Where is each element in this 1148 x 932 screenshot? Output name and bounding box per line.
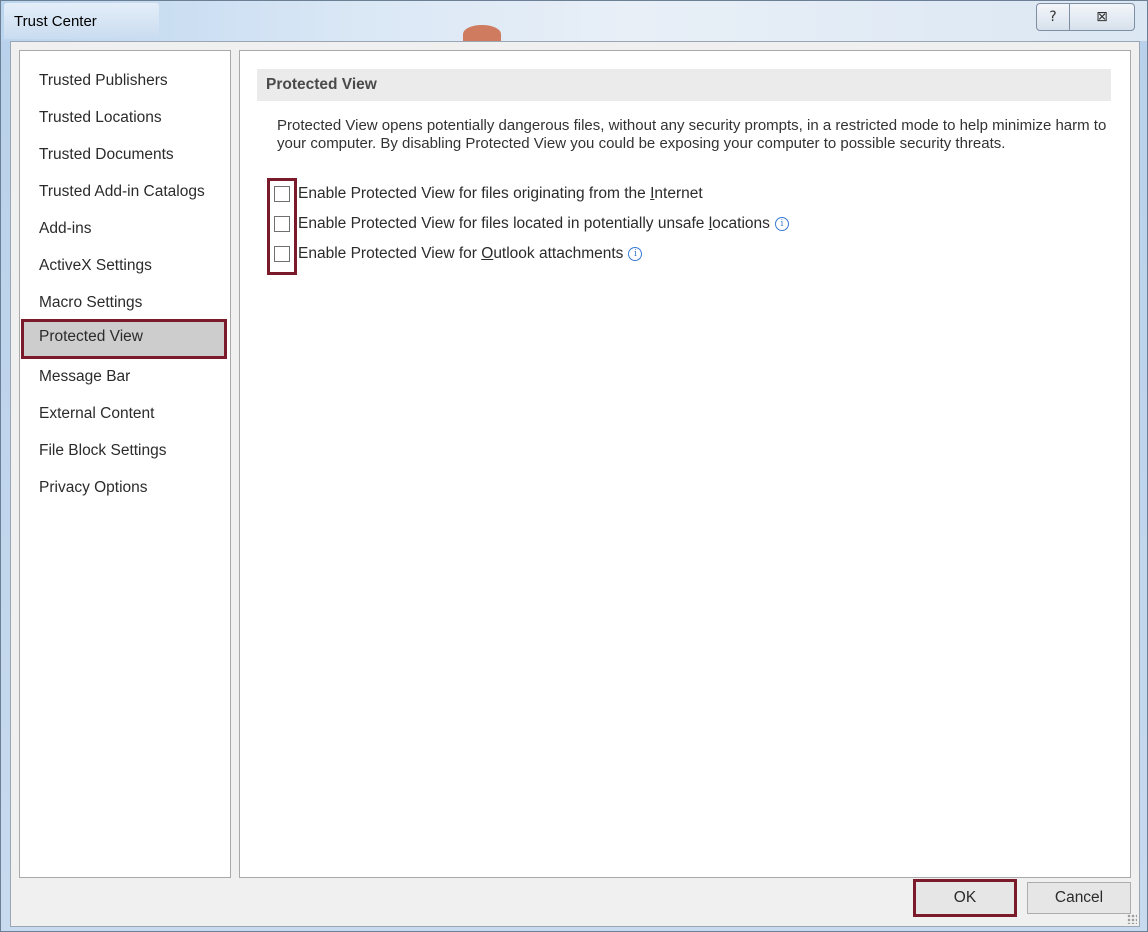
sidebar-item-macro-settings[interactable]: Macro Settings — [21, 285, 225, 321]
option-unsafe-locations[interactable]: Enable Protected View for files located … — [274, 213, 789, 235]
sidebar: Trusted Publishers Trusted Locations Tru… — [19, 50, 231, 878]
sidebar-item-activex-settings[interactable]: ActiveX Settings — [21, 248, 225, 284]
cancel-button[interactable]: Cancel — [1027, 882, 1131, 914]
option-label-text: Enable Protected View for — [298, 245, 482, 262]
section-description: Protected View opens potentially dangero… — [277, 117, 1107, 152]
option-internet-files[interactable]: Enable Protected View for files originat… — [274, 183, 703, 205]
ok-button[interactable]: OK — [913, 879, 1017, 917]
main-panel: Protected View Protected View opens pote… — [239, 50, 1131, 878]
sidebar-item-trusted-add-in-catalogs[interactable]: Trusted Add-in Catalogs — [21, 174, 225, 210]
help-button[interactable]: ? — [1036, 3, 1070, 31]
section-title: Protected View — [257, 69, 1111, 101]
dialog-body: Trusted Publishers Trusted Locations Tru… — [10, 41, 1140, 927]
sidebar-item-trusted-documents[interactable]: Trusted Documents — [21, 137, 225, 173]
info-icon[interactable]: i — [774, 217, 789, 231]
option-label: Enable Protected View for Outlook attach… — [298, 245, 623, 263]
checkbox-highlight — [267, 178, 297, 275]
option-label: Enable Protected View for files located … — [298, 215, 770, 233]
window-title: Trust Center — [14, 13, 97, 30]
option-label-text: nternet — [654, 185, 703, 202]
sidebar-item-message-bar[interactable]: Message Bar — [21, 359, 225, 395]
help-icon: ? — [1049, 9, 1057, 25]
option-label-text: utlook attachments — [493, 245, 624, 262]
resize-grip[interactable] — [1127, 914, 1137, 924]
sidebar-item-file-block-settings[interactable]: File Block Settings — [21, 433, 225, 469]
sidebar-item-external-content[interactable]: External Content — [21, 396, 225, 432]
title-tab: Trust Center — [4, 3, 159, 39]
option-label: Enable Protected View for files originat… — [298, 185, 703, 203]
info-icon[interactable]: i — [628, 247, 643, 261]
sidebar-item-add-ins[interactable]: Add-ins — [21, 211, 225, 247]
sidebar-item-protected-view[interactable]: Protected View — [21, 319, 227, 359]
sidebar-item-privacy-options[interactable]: Privacy Options — [21, 470, 225, 506]
option-label-text: ocations — [712, 215, 770, 232]
option-label-text: Enable Protected View for files located … — [298, 215, 709, 232]
option-label-text: Enable Protected View for files originat… — [298, 185, 651, 202]
option-outlook-attachments[interactable]: Enable Protected View for Outlook attach… — [274, 243, 643, 265]
sidebar-item-trusted-publishers[interactable]: Trusted Publishers — [21, 63, 225, 99]
close-icon: ⊠ — [1096, 9, 1108, 25]
close-button[interactable]: ⊠ — [1069, 3, 1135, 31]
accelerator-key: O — [481, 245, 494, 262]
title-bar[interactable]: Trust Center ? ⊠ — [1, 1, 1147, 43]
sidebar-item-trusted-locations[interactable]: Trusted Locations — [21, 100, 225, 136]
trust-center-dialog: Trust Center ? ⊠ Trusted Publishers Trus… — [0, 0, 1148, 932]
